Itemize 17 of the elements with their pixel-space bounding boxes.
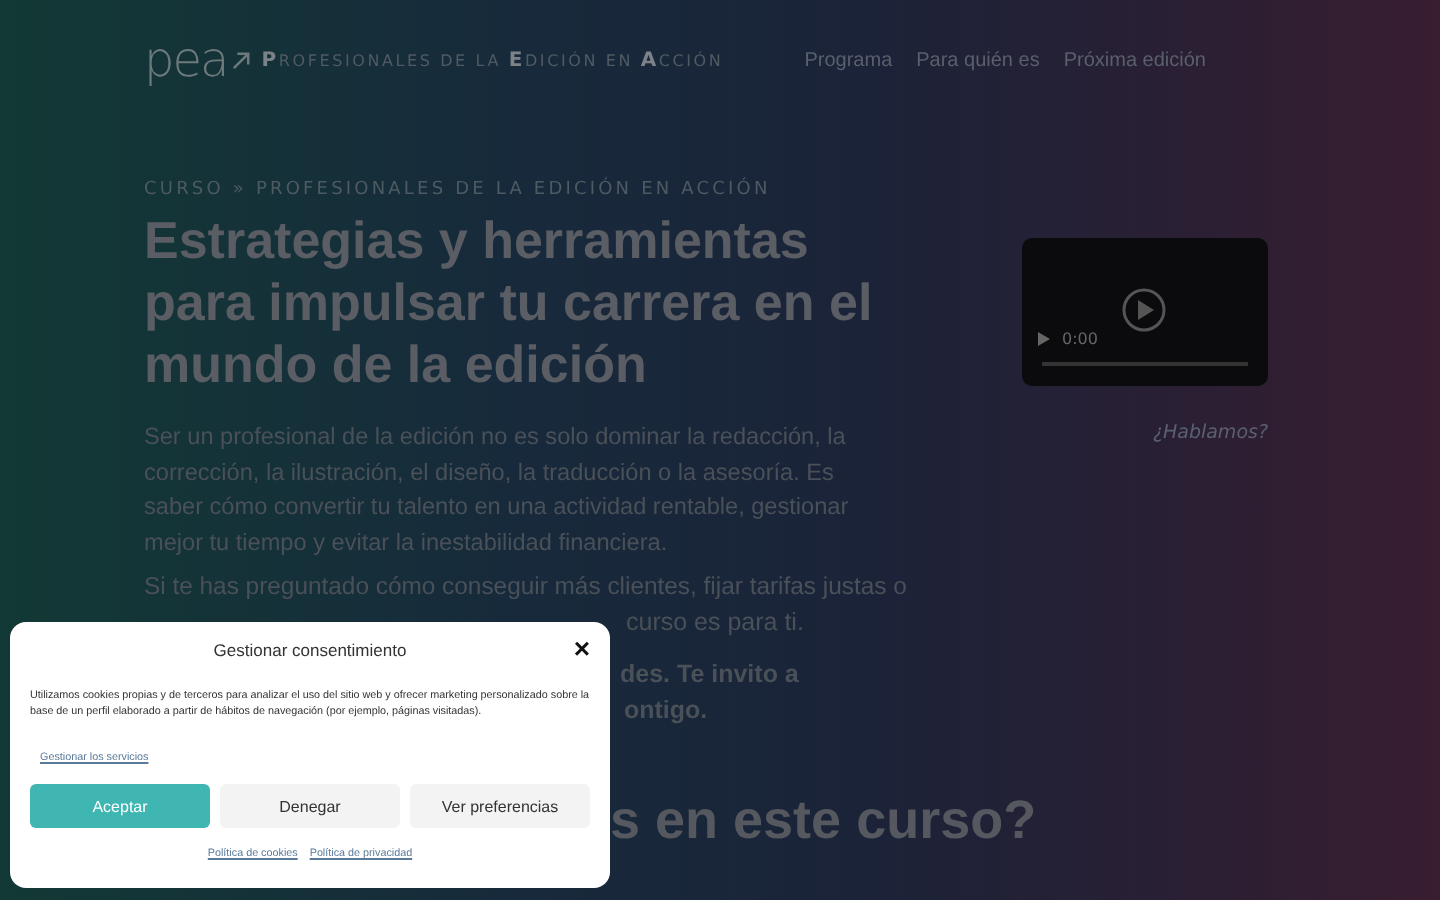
play-icon[interactable] xyxy=(1122,288,1166,332)
close-button[interactable]: × xyxy=(573,634,590,662)
video-time: 0:00 xyxy=(1062,330,1098,348)
nav-link[interactable]: Próxima edición xyxy=(1063,49,1206,71)
nav-link[interactable]: Para quién es xyxy=(916,49,1040,71)
dialog-title: Gestionar consentimiento xyxy=(213,640,407,660)
arrow-icon xyxy=(231,51,250,69)
contact-link[interactable]: ¿Hablamos? xyxy=(1152,422,1268,444)
option-button[interactable]: Ver preferencias xyxy=(410,784,590,828)
page-title: Estrategias y herramientas para impulsar tu carrera en el mundo de la edición xyxy=(144,210,875,396)
accept-button[interactable]: Aceptar xyxy=(30,784,210,828)
nav-link[interactable]: Programa xyxy=(804,49,893,71)
section-heading: s en este curso? xyxy=(610,788,1037,852)
play-icon[interactable] xyxy=(1038,332,1050,346)
logo[interactable]: pea xyxy=(144,36,228,84)
option-button[interactable]: Denegar xyxy=(220,784,400,828)
video-player[interactable]: 0:00 xyxy=(1022,238,1268,386)
